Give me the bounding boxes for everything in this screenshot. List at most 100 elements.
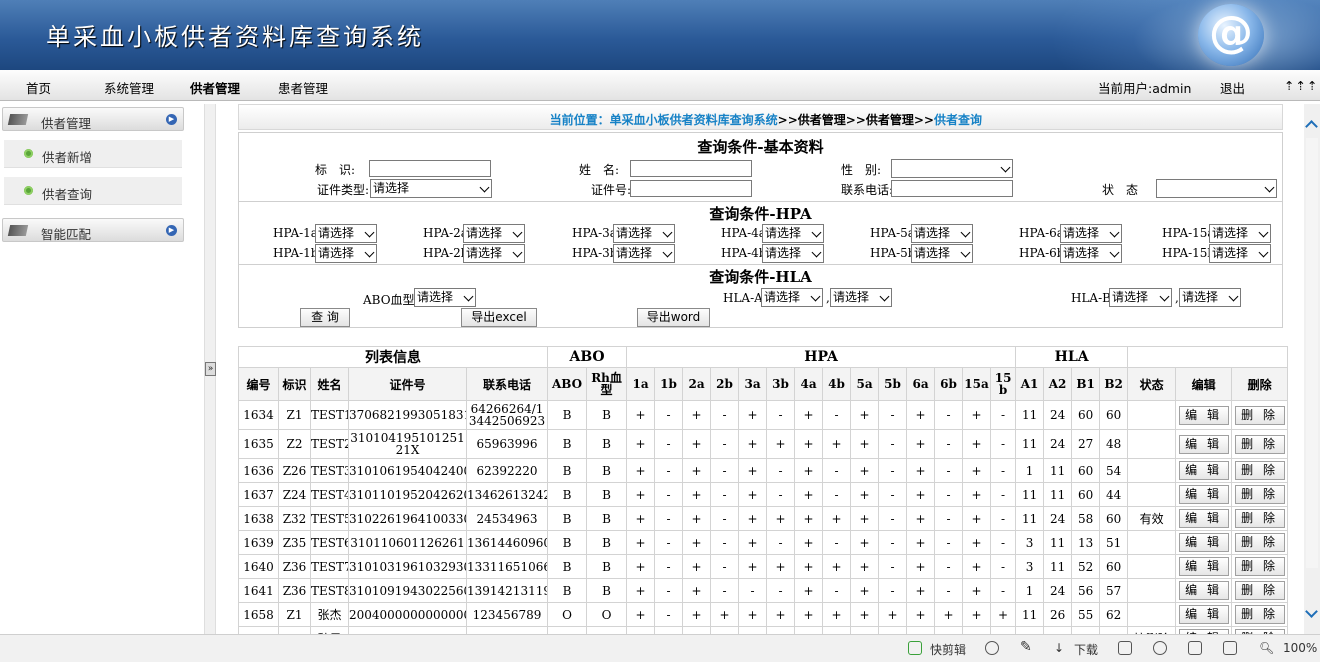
sex-select[interactable] — [891, 159, 1013, 178]
cell-hpa: - — [990, 400, 1017, 430]
hpa-select[interactable]: 请选择 — [613, 244, 675, 263]
hpa-select[interactable]: 请选择 — [463, 244, 525, 263]
edit-button[interactable]: 编 辑 — [1178, 509, 1229, 528]
nav-donor[interactable]: 供者管理 — [190, 78, 240, 97]
column-header: 联系电话 — [465, 367, 549, 401]
id-input[interactable] — [369, 160, 491, 177]
delete-button[interactable]: 删 除 — [1234, 557, 1285, 576]
edit-button[interactable]: 编 辑 — [1178, 485, 1229, 504]
edit-button[interactable]: 编 辑 — [1178, 581, 1229, 600]
hpa-select[interactable]: 请选择 — [1060, 244, 1122, 263]
phone-input[interactable] — [891, 180, 1013, 197]
cert-no-input[interactable] — [630, 180, 752, 197]
ie-icon[interactable] — [1153, 641, 1167, 655]
hpa-select[interactable]: 请选择 — [1209, 224, 1271, 243]
video-clip-icon[interactable] — [908, 641, 922, 655]
zoom-icon[interactable]: 🔍︎ — [1259, 641, 1274, 655]
hpa-select[interactable]: 请选择 — [315, 224, 377, 243]
name-input[interactable] — [630, 160, 752, 177]
sidebar-item-query-donor[interactable]: 供者查询 — [4, 177, 182, 205]
column-header: 2b — [710, 367, 740, 401]
hpa-select[interactable]: 请选择 — [1060, 224, 1122, 243]
hpa-select[interactable]: 请选择 — [762, 224, 824, 243]
edit-button[interactable]: 编 辑 — [1178, 605, 1229, 624]
edit-button[interactable]: 编 辑 — [1178, 405, 1229, 425]
hla-b1-select[interactable]: 请选择 — [1109, 288, 1172, 307]
group-hpa: HPA — [626, 346, 1017, 368]
cell-cert: 310110601126261 — [348, 530, 467, 555]
cell-hpa: - — [710, 554, 740, 579]
hpa-select[interactable]: 请选择 — [911, 244, 973, 263]
cell-hpa: + — [962, 400, 992, 430]
cell-hpa: + — [738, 482, 768, 507]
scroll-down-icon[interactable] — [1305, 605, 1318, 618]
window-icon[interactable] — [1223, 641, 1237, 655]
scrollbar-thumb[interactable] — [1306, 138, 1318, 568]
cell-abo: O — [547, 602, 588, 627]
sidebar-group-donor[interactable]: 供者管理 ▶ — [2, 107, 184, 131]
vertical-scrollbar[interactable] — [1304, 104, 1320, 634]
cell-hpa: + — [626, 530, 656, 555]
cell-hpa: + — [850, 482, 880, 507]
refresh-icon[interactable] — [985, 641, 999, 655]
cell-hla: 11 — [1043, 458, 1073, 483]
toggle-sidebar-icon[interactable]: » — [205, 362, 216, 376]
delete-button[interactable]: 删 除 — [1234, 533, 1285, 552]
delete-button[interactable]: 删 除 — [1234, 461, 1285, 480]
delete-button[interactable]: 删 除 — [1234, 434, 1285, 454]
cell-status — [1127, 458, 1177, 483]
pin-icon[interactable]: ✎ — [1020, 639, 1034, 655]
sidebar-item-add-donor[interactable]: 供者新增 — [4, 140, 182, 168]
flag-icon[interactable] — [1118, 641, 1132, 655]
hpa-select[interactable]: 请选择 — [463, 224, 525, 243]
cell-hla: 11 — [1015, 429, 1045, 459]
hpa-select[interactable]: 请选择 — [762, 244, 824, 263]
sidebar-splitter[interactable]: » — [204, 104, 216, 634]
nav-patient[interactable]: 患者管理 — [278, 78, 328, 97]
collapse-icon[interactable]: ⇡⇡⇡ — [1284, 78, 1318, 93]
hpa-select[interactable]: 请选择 — [613, 224, 675, 243]
status-download[interactable]: 下载 — [1074, 641, 1098, 658]
hpa-select[interactable]: 请选择 — [1209, 244, 1271, 263]
sound-icon[interactable] — [1188, 641, 1202, 655]
delete-button[interactable]: 删 除 — [1234, 405, 1285, 425]
hpa-select[interactable]: 请选择 — [911, 224, 973, 243]
cert-type-select[interactable]: 请选择 — [370, 179, 492, 198]
export-word-button[interactable]: 导出word — [637, 308, 710, 327]
edit-button[interactable]: 编 辑 — [1178, 557, 1229, 576]
scroll-up-icon[interactable] — [1305, 120, 1318, 133]
nav-home[interactable]: 首页 — [26, 78, 51, 97]
delete-button[interactable]: 删 除 — [1234, 605, 1285, 624]
export-excel-button[interactable]: 导出excel — [461, 308, 537, 327]
cell-hpa: + — [962, 602, 992, 627]
cell-action: 删 除 — [1231, 429, 1289, 459]
download-icon[interactable]: ↓ — [1054, 641, 1064, 655]
hla-b2-select[interactable]: 请选择 — [1179, 288, 1241, 307]
status-select[interactable] — [1156, 179, 1277, 198]
cell-hpa: + — [906, 429, 936, 459]
status-clip[interactable]: 快剪辑 — [930, 641, 966, 658]
zoom-level[interactable]: 100% — [1283, 641, 1317, 655]
delete-button[interactable]: 删 除 — [1234, 581, 1285, 600]
edit-button[interactable]: 编 辑 — [1178, 434, 1229, 454]
delete-button[interactable]: 删 除 — [1234, 485, 1285, 504]
nav-system[interactable]: 系统管理 — [104, 78, 154, 97]
cell-hla: 3 — [1015, 530, 1045, 555]
expand-icon: ▶ — [166, 114, 177, 125]
cell-abo: B — [547, 429, 588, 459]
delete-button[interactable]: 删 除 — [1234, 509, 1285, 528]
logout-link[interactable]: 退出 — [1220, 78, 1245, 97]
group-list: 列表信息 — [237, 346, 549, 368]
hpa-select[interactable]: 请选择 — [315, 244, 377, 263]
query-button[interactable]: 查 询 — [300, 308, 350, 327]
label-hla-a: HLA-A — [723, 291, 763, 305]
edit-button[interactable]: 编 辑 — [1178, 461, 1229, 480]
hla-a2-select[interactable]: 请选择 — [830, 288, 892, 307]
cell-hpa: - — [990, 506, 1017, 531]
abo-select[interactable]: 请选择 — [414, 288, 476, 307]
hpa-label: HPA-2a — [423, 226, 468, 240]
column-header: 4a — [794, 367, 824, 401]
hla-a1-select[interactable]: 请选择 — [761, 288, 823, 307]
sidebar-group-match[interactable]: 智能匹配 ▶ — [2, 218, 184, 242]
edit-button[interactable]: 编 辑 — [1178, 533, 1229, 552]
